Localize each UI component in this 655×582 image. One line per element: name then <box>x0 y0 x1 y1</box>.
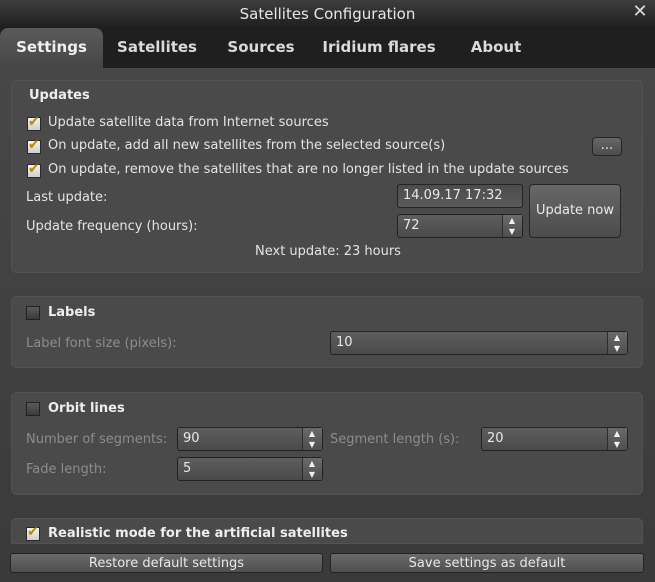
updates-title: Updates <box>29 88 90 103</box>
segments-spinbox[interactable]: 90 ▲ ▼ <box>177 427 323 451</box>
close-icon[interactable]: ✕ <box>631 3 649 21</box>
spinbox-arrows: ▲ ▼ <box>302 428 322 450</box>
save-defaults-button[interactable]: Save settings as default <box>330 553 644 573</box>
last-update-field: 14.09.17 17:32 <box>397 184 523 208</box>
window-title: Satellites Configuration <box>239 5 416 23</box>
check-icon: ✔ <box>28 161 40 177</box>
title-bar: Satellites Configuration ✕ <box>0 0 655 28</box>
next-update-text: Next update: 23 hours <box>255 244 401 259</box>
labels-checkbox[interactable] <box>26 306 40 320</box>
orbit-lines-group: Orbit lines Number of segments: 90 ▲ ▼ S… <box>11 392 643 495</box>
segment-length-spinbox[interactable]: 20 ▲ ▼ <box>481 427 628 451</box>
segment-length-value: 20 <box>487 431 504 446</box>
tab-sources[interactable]: Sources <box>214 28 308 68</box>
segment-length-label: Segment length (s): <box>330 432 460 447</box>
spin-up-icon[interactable]: ▲ <box>303 458 321 469</box>
spin-down-icon[interactable]: ▼ <box>303 469 321 480</box>
fade-length-value: 5 <box>183 461 192 476</box>
spin-up-icon[interactable]: ▲ <box>608 332 626 343</box>
tab-about[interactable]: About <box>457 28 535 68</box>
segments-value: 90 <box>183 431 200 446</box>
fade-length-label: Fade length: <box>26 462 107 477</box>
spin-down-icon[interactable]: ▼ <box>503 226 521 237</box>
fade-length-spinbox[interactable]: 5 ▲ ▼ <box>177 457 323 481</box>
tab-settings[interactable]: Settings <box>0 28 103 68</box>
spin-down-icon[interactable]: ▼ <box>608 343 626 354</box>
realistic-mode-title: Realistic mode for the artificial satell… <box>48 526 348 541</box>
spin-up-icon[interactable]: ▲ <box>303 428 321 439</box>
orbit-lines-title: Orbit lines <box>48 401 125 416</box>
update-frequency-label: Update frequency (hours): <box>26 219 198 234</box>
spin-down-icon[interactable]: ▼ <box>303 439 321 450</box>
label-font-size-label: Label font size (pixels): <box>26 336 177 351</box>
labels-title: Labels <box>48 305 96 320</box>
realistic-mode-group: ✔ Realistic mode for the artificial sate… <box>11 518 643 544</box>
spinbox-arrows: ▲ ▼ <box>607 428 627 450</box>
spin-down-icon[interactable]: ▼ <box>608 439 626 450</box>
add-new-label: On update, add all new satellites from t… <box>48 138 446 153</box>
orbit-lines-checkbox[interactable] <box>26 402 40 416</box>
restore-defaults-button[interactable]: Restore default settings <box>10 553 323 573</box>
spinbox-arrows: ▲ ▼ <box>502 215 522 237</box>
label-font-size-value: 10 <box>336 335 353 350</box>
add-new-checkbox[interactable]: ✔ <box>27 137 41 154</box>
labels-group: Labels Label font size (pixels): 10 ▲ ▼ <box>11 296 643 368</box>
check-icon: ✔ <box>28 137 40 153</box>
spin-up-icon[interactable]: ▲ <box>608 428 626 439</box>
spinbox-arrows: ▲ ▼ <box>607 332 627 354</box>
update-frequency-spinbox[interactable]: 72 ▲ ▼ <box>397 214 523 238</box>
update-internet-checkbox[interactable]: ✔ <box>27 114 41 131</box>
select-sources-button[interactable]: ... <box>592 137 622 156</box>
update-frequency-value: 72 <box>403 218 420 233</box>
realistic-mode-checkbox[interactable]: ✔ <box>26 524 40 541</box>
tab-bar: Settings Satellites Sources Iridium flar… <box>0 28 655 68</box>
tab-iridium-flares[interactable]: Iridium flares <box>314 28 444 68</box>
tab-satellites[interactable]: Satellites <box>106 28 208 68</box>
check-icon: ✔ <box>28 114 40 130</box>
check-icon: ✔ <box>27 524 39 540</box>
updates-group: Updates ✔ Update satellite data from Int… <box>11 80 643 273</box>
spinbox-arrows: ▲ ▼ <box>302 458 322 480</box>
spin-up-icon[interactable]: ▲ <box>503 215 521 226</box>
update-now-button[interactable]: Update now <box>529 184 621 238</box>
label-font-size-spinbox[interactable]: 10 ▲ ▼ <box>330 331 628 355</box>
update-internet-label: Update satellite data from Internet sour… <box>48 115 329 130</box>
remove-unlisted-checkbox[interactable]: ✔ <box>27 161 41 178</box>
remove-unlisted-label: On update, remove the satellites that ar… <box>48 162 569 177</box>
last-update-label: Last update: <box>26 190 108 205</box>
segments-label: Number of segments: <box>26 432 168 447</box>
